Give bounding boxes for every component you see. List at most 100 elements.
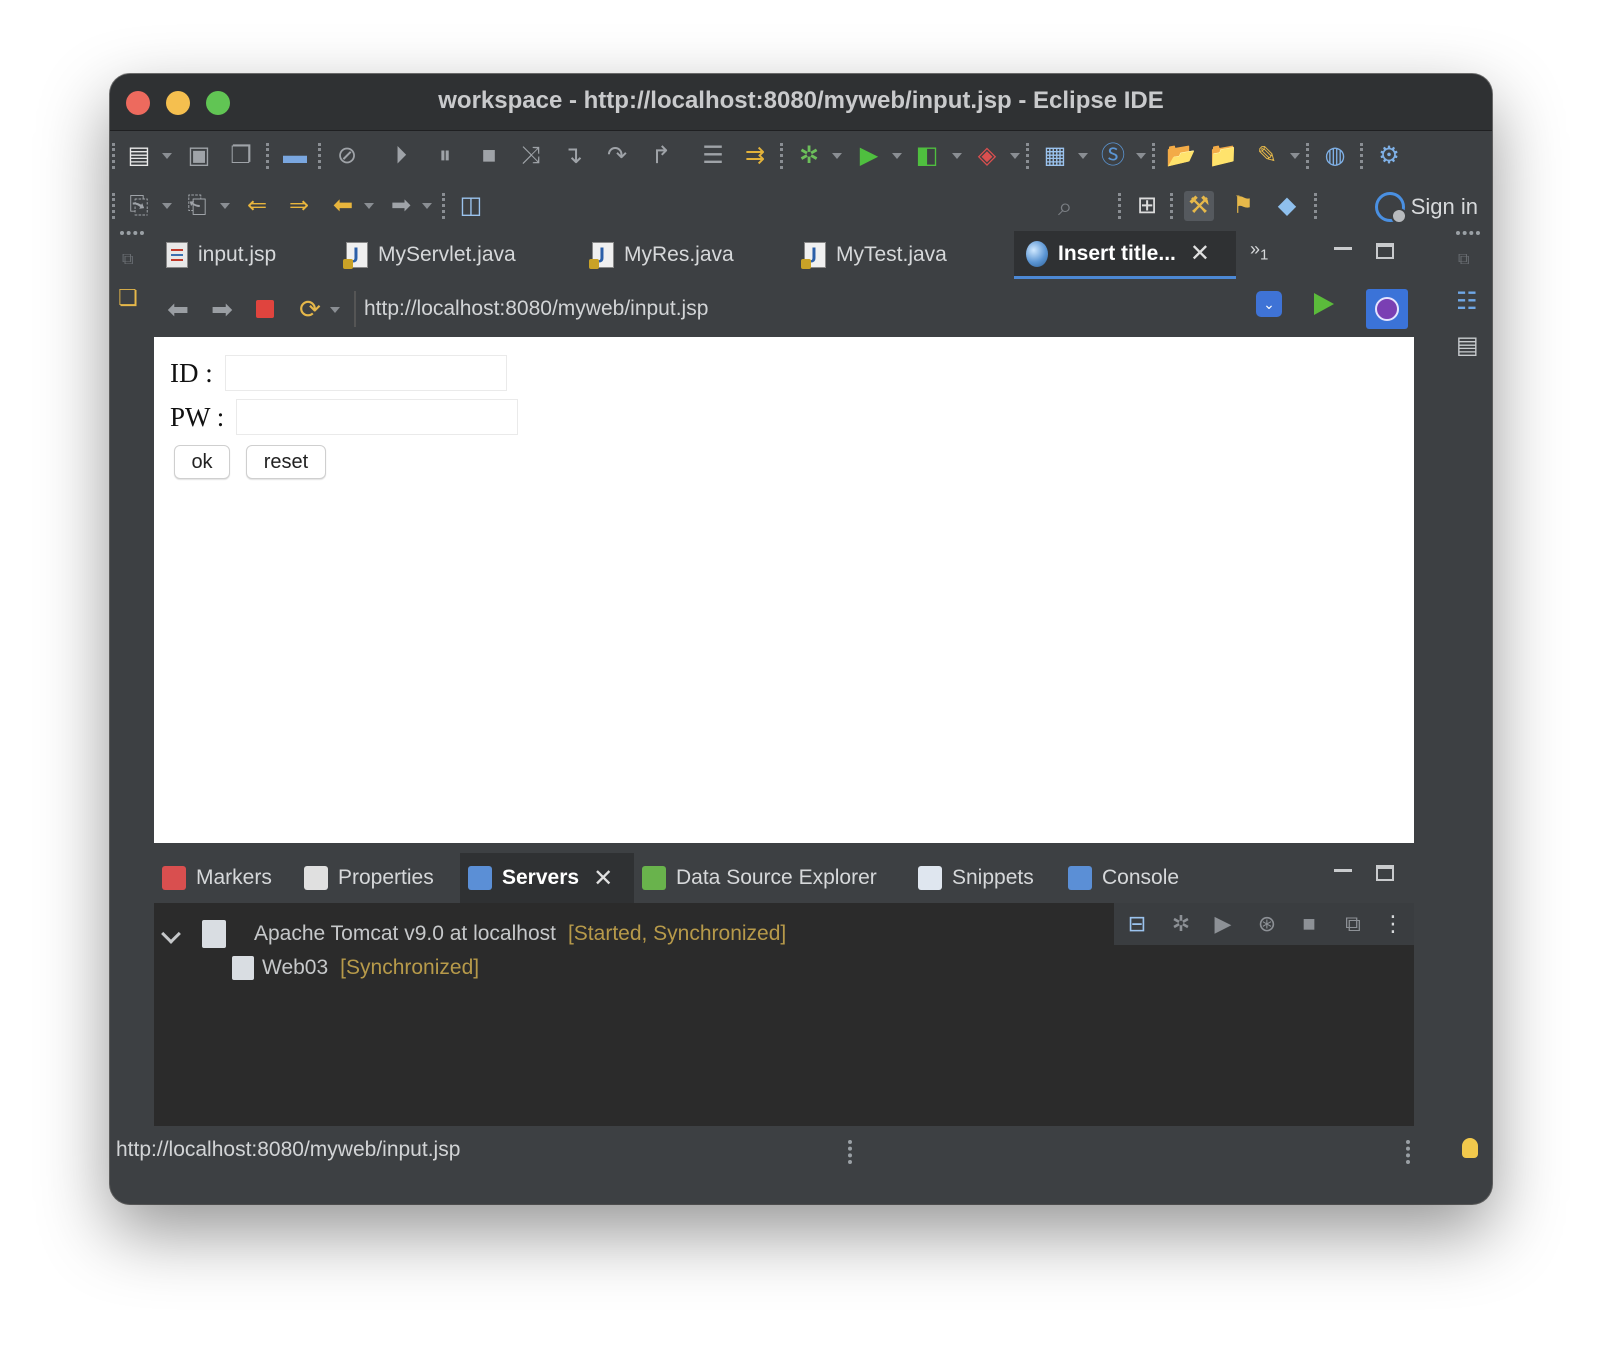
run-icon[interactable]: ▶ bbox=[854, 141, 884, 171]
new-servlet-dropdown-icon[interactable] bbox=[1136, 153, 1146, 159]
tab-snippets[interactable]: Snippets bbox=[910, 853, 1042, 903]
use-step-filters-icon[interactable]: ⇉ bbox=[740, 141, 770, 171]
id-input[interactable] bbox=[224, 355, 507, 391]
start-debug-icon[interactable]: ✲ bbox=[1168, 911, 1194, 937]
java-ee-perspective-icon[interactable]: ⚒ bbox=[1184, 191, 1214, 221]
last-edit-location-icon[interactable]: ⇐ bbox=[242, 191, 272, 221]
minimize-editor-button[interactable] bbox=[1334, 247, 1352, 250]
status-separator[interactable] bbox=[1406, 1140, 1414, 1164]
tip-bulb-icon[interactable] bbox=[1462, 1138, 1478, 1158]
previous-annotation-dropdown-icon[interactable] bbox=[220, 203, 230, 209]
coverage-dropdown-icon[interactable] bbox=[952, 153, 962, 159]
tab-input-jsp[interactable]: input.jsp bbox=[154, 231, 288, 279]
step-return-icon[interactable]: ↱ bbox=[646, 141, 676, 171]
collapse-all-icon[interactable]: ⊟ bbox=[1124, 911, 1150, 937]
search-tool-dropdown-icon[interactable] bbox=[1290, 153, 1300, 159]
url-history-dropdown-icon[interactable]: ⌄ bbox=[1256, 291, 1282, 317]
view-menu-icon[interactable]: ⋮ bbox=[1380, 911, 1406, 937]
suspend-icon[interactable]: ⏸ bbox=[430, 141, 460, 171]
skip-breakpoints-icon[interactable]: ⊘ bbox=[332, 141, 362, 171]
new-web-project-dropdown-icon[interactable] bbox=[1078, 153, 1088, 159]
tab-insert-title[interactable]: Insert title... ✕ bbox=[1014, 231, 1236, 279]
publish-icon[interactable]: ⧉ bbox=[1340, 911, 1366, 937]
new-web-project-icon[interactable]: ▦ bbox=[1040, 141, 1070, 171]
refresh-dropdown-icon[interactable] bbox=[330, 307, 340, 313]
url-input[interactable]: http://localhost:8080/myweb/input.jsp bbox=[354, 291, 1294, 327]
forward-dropdown-icon[interactable] bbox=[422, 203, 432, 209]
tab-servers[interactable]: Servers ✕ bbox=[460, 853, 634, 903]
external-tools-dropdown-icon[interactable] bbox=[1010, 153, 1020, 159]
close-tab-icon[interactable]: ✕ bbox=[593, 864, 613, 893]
open-type-icon[interactable]: 📂 bbox=[1166, 141, 1196, 171]
stop-server-icon[interactable]: ■ bbox=[1296, 911, 1322, 937]
pin-editor-icon[interactable]: ◫ bbox=[456, 191, 486, 221]
tab-properties[interactable]: Properties bbox=[296, 853, 442, 903]
status-separator[interactable] bbox=[848, 1140, 856, 1164]
terminate-icon[interactable]: ■ bbox=[474, 141, 504, 171]
browser-stop-icon[interactable] bbox=[256, 300, 274, 318]
resume-icon[interactable]: ⏵ bbox=[386, 141, 416, 171]
maximize-panel-button[interactable] bbox=[1376, 865, 1394, 881]
search-tool-icon[interactable]: ✎ bbox=[1252, 141, 1282, 171]
perspective-tool-icon[interactable]: ⚙ bbox=[1374, 141, 1404, 171]
forward-icon[interactable]: ➡ bbox=[386, 191, 416, 221]
debug-icon[interactable]: ✲ bbox=[794, 141, 824, 171]
trim-grip[interactable] bbox=[1456, 231, 1480, 239]
start-server-icon[interactable]: ▶ bbox=[1210, 911, 1236, 937]
browser-back-icon[interactable]: ⬅ bbox=[162, 293, 194, 325]
annotation-dropdown-icon[interactable] bbox=[162, 203, 172, 209]
tab-data-source-explorer[interactable]: Data Source Explorer bbox=[634, 853, 885, 903]
open-perspective-icon[interactable]: ⊞ bbox=[1132, 191, 1162, 221]
project-explorer-icon[interactable]: ❏ bbox=[118, 285, 138, 311]
run-dropdown-icon[interactable] bbox=[892, 153, 902, 159]
tab-console[interactable]: Console bbox=[1060, 853, 1187, 903]
ok-button[interactable]: ok bbox=[174, 445, 230, 479]
trim-grip[interactable] bbox=[120, 231, 144, 239]
step-over-icon[interactable]: ↷ bbox=[602, 141, 632, 171]
tab-myservlet-java[interactable]: MyServlet.java bbox=[334, 231, 528, 279]
drop-to-frame-icon[interactable]: ☰ bbox=[698, 141, 728, 171]
chevron-down-icon[interactable] bbox=[161, 924, 181, 944]
web-browser-icon[interactable]: ◍ bbox=[1320, 141, 1350, 171]
save-icon[interactable]: ▣ bbox=[184, 141, 214, 171]
go-icon[interactable] bbox=[1314, 293, 1334, 315]
open-resource-icon[interactable]: 📁 bbox=[1208, 141, 1238, 171]
module-tree-item[interactable]: Web03 [Synchronized] bbox=[154, 953, 754, 983]
pw-input[interactable] bbox=[236, 399, 519, 435]
next-edit-location-icon[interactable]: ⇒ bbox=[284, 191, 314, 221]
sign-in-button[interactable]: Sign in bbox=[1374, 191, 1478, 224]
external-tools-icon[interactable]: ◈ bbox=[972, 141, 1002, 171]
tab-mytest-java[interactable]: MyTest.java bbox=[792, 231, 959, 279]
new-servlet-icon[interactable]: Ⓢ bbox=[1098, 141, 1128, 171]
coverage-icon[interactable]: ◧ bbox=[912, 141, 942, 171]
annotation-icon[interactable]: ⎘ bbox=[124, 191, 154, 221]
toolbar-grip[interactable] bbox=[112, 143, 118, 169]
back-icon[interactable]: ⬅ bbox=[328, 191, 358, 221]
maximize-editor-button[interactable] bbox=[1376, 243, 1394, 259]
restore-icon[interactable]: ⧉ bbox=[1458, 251, 1469, 269]
tab-overflow-button[interactable]: »1 bbox=[1250, 239, 1268, 264]
browser-refresh-icon[interactable]: ⟳ bbox=[294, 293, 326, 325]
save-all-icon[interactable]: ❐ bbox=[226, 141, 256, 171]
outline-icon[interactable]: ☷ bbox=[1456, 287, 1478, 316]
search-icon[interactable]: ⌕ bbox=[1058, 191, 1090, 223]
back-dropdown-icon[interactable] bbox=[364, 203, 374, 209]
new-file-icon[interactable]: ▤ bbox=[124, 141, 154, 171]
disconnect-icon[interactable]: ⤨ bbox=[516, 141, 546, 171]
step-into-icon[interactable]: ↴ bbox=[558, 141, 588, 171]
open-external-browser-icon[interactable] bbox=[1366, 289, 1408, 329]
debug-dropdown-icon[interactable] bbox=[832, 153, 842, 159]
new-dropdown-icon[interactable] bbox=[162, 153, 172, 159]
reset-button[interactable]: reset bbox=[246, 445, 326, 479]
browser-forward-icon[interactable]: ➡ bbox=[206, 293, 238, 325]
database-perspective-icon[interactable]: ◆ bbox=[1272, 191, 1302, 221]
server-tree-item[interactable]: Apache Tomcat v9.0 at localhost [Started,… bbox=[154, 919, 954, 949]
restore-icon[interactable]: ⧉ bbox=[122, 251, 133, 269]
tab-markers[interactable]: Markers bbox=[154, 853, 280, 903]
toolbar-grip[interactable] bbox=[112, 193, 118, 219]
tab-myres-java[interactable]: MyRes.java bbox=[580, 231, 746, 279]
minimize-panel-button[interactable] bbox=[1334, 869, 1352, 872]
task-list-icon[interactable]: ▤ bbox=[1456, 331, 1479, 360]
close-tab-icon[interactable]: ✕ bbox=[1190, 239, 1210, 268]
previous-annotation-icon[interactable]: ⎗ bbox=[182, 191, 212, 221]
